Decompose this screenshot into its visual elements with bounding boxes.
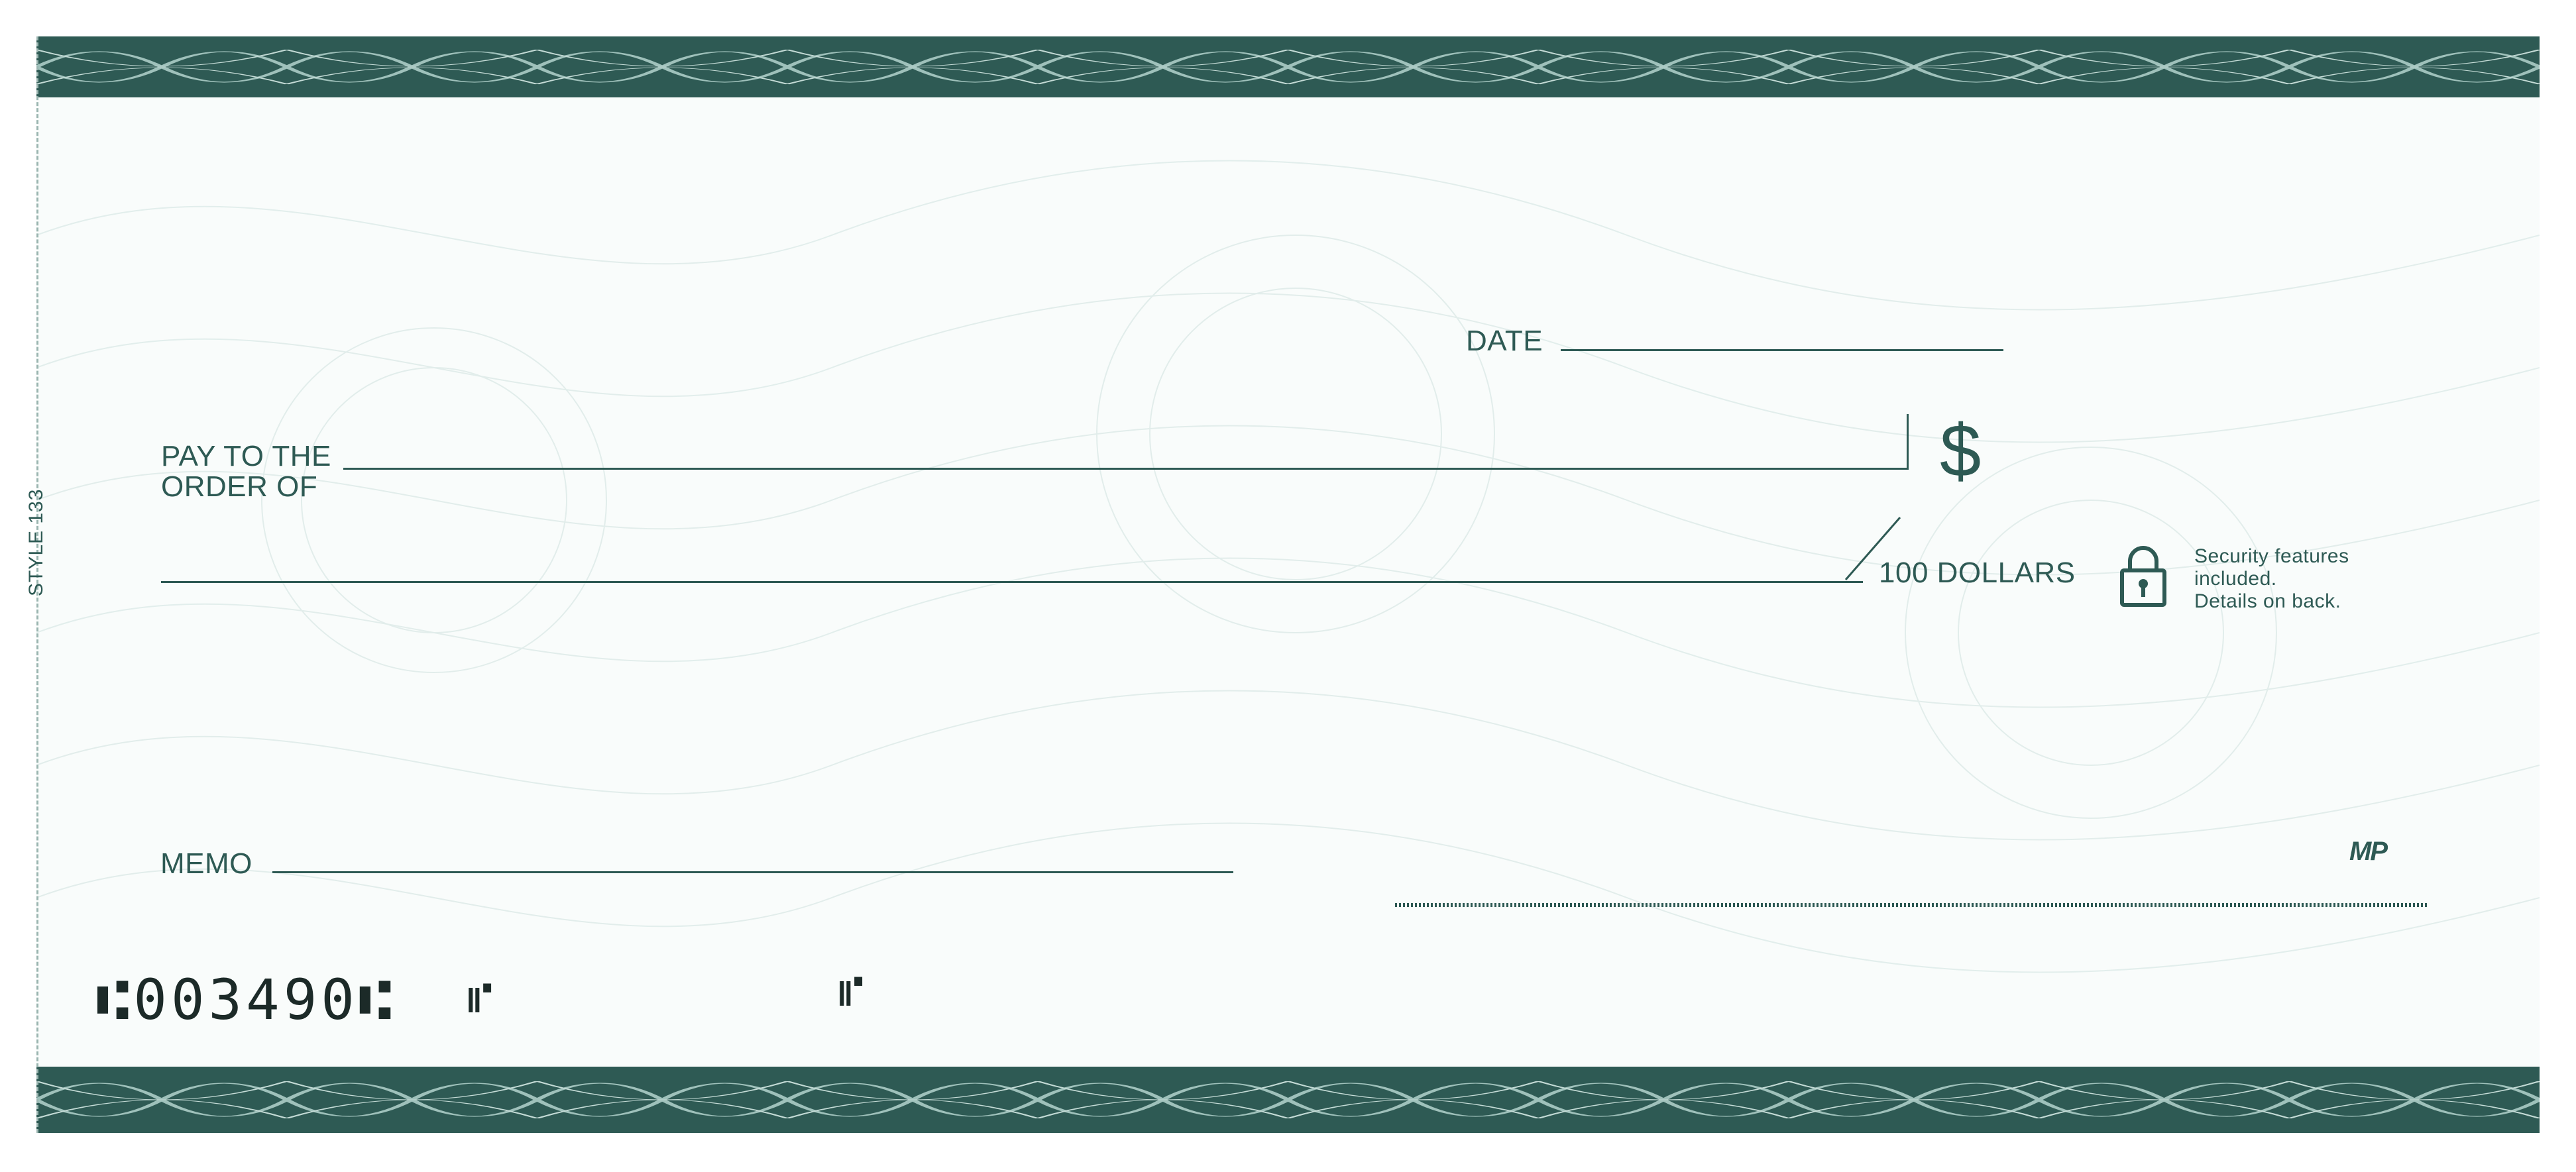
style-label: STYLE 133 [25, 488, 47, 596]
amount-box-divider [1907, 414, 1909, 470]
memo-line[interactable] [272, 871, 1233, 873]
micr-check-number: ⑆003490⑆ [96, 967, 396, 1032]
payee-label-line2: ORDER OF [161, 470, 318, 503]
bottom-guilloche-border [36, 1067, 2540, 1133]
micr-symbol-2: ⑈ [838, 967, 868, 1016]
micr-symbol-1: ⑈ [467, 974, 497, 1023]
signature-line[interactable] [1395, 903, 2429, 907]
payee-label-line1: PAY TO THE [161, 440, 331, 472]
blank-check: DATE PAY TO THE ORDER OF $ 100 DOLLARS S… [36, 36, 2540, 1133]
dollar-sign: $ [1940, 409, 1982, 492]
dollars-label: 100 DOLLARS [1879, 557, 2076, 589]
amount-words-line[interactable] [161, 581, 1863, 583]
top-guilloche-border [36, 36, 2540, 97]
memo-label: MEMO [160, 847, 252, 880]
date-line[interactable] [1561, 349, 2003, 351]
date-label: DATE [1466, 325, 1543, 357]
printer-logo: MP [2349, 837, 2388, 866]
security-features-text: Security features included. Details on b… [2194, 545, 2349, 612]
lock-icon [2120, 546, 2166, 607]
payee-line[interactable] [343, 468, 1909, 470]
